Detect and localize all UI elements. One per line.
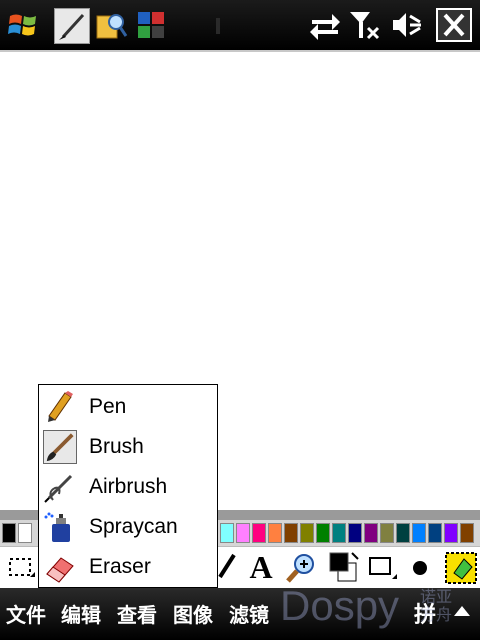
menu-bar: 文件 编辑 查看 图像 滤镜 拼 [0, 588, 480, 640]
popup-item-label: Airbrush [89, 475, 168, 498]
zoom-icon[interactable] [284, 551, 318, 585]
palette-swatch[interactable] [220, 523, 234, 543]
tiles-icon[interactable] [134, 8, 168, 42]
popup-item-eraser[interactable]: Eraser [39, 547, 217, 587]
popup-item-label: Brush [89, 435, 144, 458]
spraycan-icon [43, 510, 77, 544]
eyedropper-icon[interactable] [216, 551, 238, 583]
rectangle-tool-icon[interactable] [368, 555, 398, 583]
explorer-icon[interactable] [94, 8, 128, 42]
text-tool-button[interactable]: A [246, 549, 276, 585]
watermark-cn: 诺亚方舟 [420, 587, 453, 624]
no-signal-icon[interactable] [348, 8, 382, 42]
palette-swatch[interactable] [18, 523, 32, 543]
pen-icon [43, 390, 77, 424]
palette-swatch[interactable] [300, 523, 314, 543]
watermark: Dospy [280, 582, 400, 629]
menu-edit[interactable]: 编辑 [61, 599, 101, 628]
palette-swatch[interactable] [332, 523, 346, 543]
eraser-icon [43, 550, 77, 584]
brush-icon [43, 430, 77, 464]
palette-swatch[interactable] [252, 523, 266, 543]
popup-item-label: Spraycan [89, 515, 178, 538]
brush-tool-popup: Pen Brush Airbrush Spraycan Eraser [38, 384, 218, 588]
menu-image[interactable]: 图像 [173, 599, 213, 628]
palette-swatch[interactable] [380, 523, 394, 543]
popup-item-spraycan[interactable]: Spraycan [39, 507, 217, 547]
palette-swatch[interactable] [316, 523, 330, 543]
popup-item-airbrush[interactable]: Airbrush [39, 467, 217, 507]
fill-tool-icon[interactable] [444, 551, 478, 585]
close-icon[interactable] [436, 8, 472, 42]
select-rect-icon[interactable] [8, 555, 36, 581]
divider [216, 18, 220, 34]
popup-item-label: Eraser [89, 555, 151, 578]
palette-swatch[interactable] [364, 523, 378, 543]
palette-swatch[interactable] [444, 523, 458, 543]
status-bar [0, 0, 480, 50]
palette-swatch[interactable] [268, 523, 282, 543]
palette-swatch[interactable] [236, 523, 250, 543]
color-swap-icon[interactable] [326, 549, 360, 585]
palette-swatch[interactable] [428, 523, 442, 543]
popup-item-pen[interactable]: Pen [39, 387, 217, 427]
palette-swatch[interactable] [2, 523, 16, 543]
airbrush-icon [43, 470, 77, 504]
palette-swatch[interactable] [396, 523, 410, 543]
menu-view[interactable]: 查看 [117, 599, 157, 628]
palette-swatch[interactable] [348, 523, 362, 543]
menu-file[interactable]: 文件 [6, 599, 46, 628]
palette-swatch[interactable] [284, 523, 298, 543]
popup-item-brush[interactable]: Brush [39, 427, 217, 467]
palette-swatch[interactable] [460, 523, 474, 543]
palette-swatch[interactable] [412, 523, 426, 543]
speaker-mute-icon[interactable] [390, 8, 424, 42]
sync-arrows-icon[interactable] [308, 8, 342, 42]
brush-size-dot-icon[interactable] [412, 560, 428, 576]
windows-start-icon[interactable] [6, 8, 40, 42]
menu-filter[interactable]: 滤镜 [229, 599, 269, 628]
brush-app-icon[interactable] [54, 8, 90, 44]
popup-item-label: Pen [89, 395, 127, 418]
